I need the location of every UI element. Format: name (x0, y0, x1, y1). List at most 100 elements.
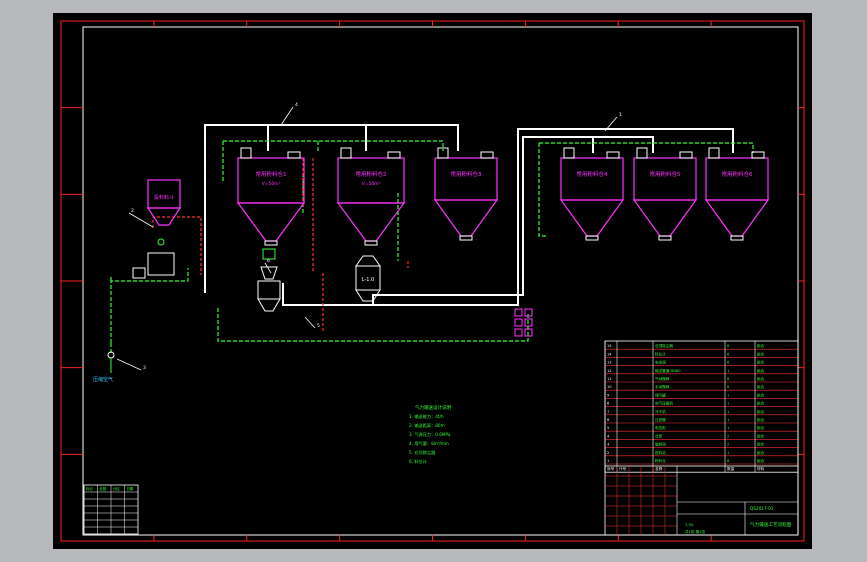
silo-label: 常用粉料仓3 (451, 170, 483, 178)
parts-cell-mat: 组合 (757, 425, 765, 430)
parts-cell-qty: 1 (727, 426, 729, 430)
parts-cell-no: 1 (607, 459, 609, 463)
note-line: 3. 气源压力：0.6MPa (409, 431, 451, 438)
drawing-title: 气力输送工艺流程图 (750, 521, 792, 528)
parts-header-no: 序号 (607, 466, 615, 471)
parts-cell-qty: 2 (727, 443, 729, 447)
parts-cell-qty: 1 (727, 451, 729, 455)
rev-header: 处数 (100, 486, 107, 491)
parts-cell-name: 旋转阀 (655, 442, 666, 447)
callout-label: 4 (295, 102, 298, 108)
inner-frame (82, 26, 799, 536)
parts-cell-name: 仓泵 (655, 433, 663, 438)
parts-header-mat: 材料 (757, 466, 765, 471)
drawing-viewport[interactable]: 常用粉料仓1 V=50m³ 常用粉料仓2 V=50m³ 常用粉料仓3 常用粉料仓4 常用粉料… (53, 13, 812, 549)
note-line: 4. 用气量：8m³/min (409, 440, 449, 447)
silo-6[interactable]: 常用粉料仓6 (704, 147, 770, 241)
parts-cell-no: 13 (607, 361, 612, 365)
parts-cell-no: 5 (607, 426, 609, 430)
silo-label: 常用粉料仓6 (722, 170, 754, 178)
parts-cell-mat: 组合 (757, 401, 765, 406)
parts-cell-mat: 组合 (757, 360, 765, 365)
parts-table: 15 仓顶除尘器 6 组合14 料位计 6 组合13 安全阀 6 组合12 输送管道 DN80 1 组合… (604, 340, 799, 473)
parts-cell-no: 15 (607, 344, 612, 348)
parts-header-code: 代号 (619, 466, 627, 471)
air-source-label: 压缩空气 (93, 376, 113, 383)
valve-stack[interactable] (514, 308, 533, 337)
silo-4[interactable]: 常用粉料仓4 (559, 147, 625, 241)
parts-cell-qty: 2 (727, 434, 729, 438)
callout-label: 6 (267, 258, 270, 264)
callouts: 4 1 2 3 5 6 (116, 102, 622, 371)
drawing-scale: 1:50 (685, 522, 694, 527)
air-source[interactable]: 压缩空气 (93, 351, 115, 383)
parts-cell-name: 投料站 (655, 450, 666, 455)
parts-cell-qty: 1 (727, 402, 729, 406)
drawing-number: QS2017-01 (750, 506, 774, 511)
cad-window: 常用粉料仓1 V=50m³ 常用粉料仓2 V=50m³ 常用粉料仓3 常用粉料仓4 常用粉料… (0, 0, 867, 562)
parts-cell-no: 6 (607, 418, 610, 422)
main-pipelines (204, 124, 734, 306)
silo-label: 常用粉料仓1 (256, 170, 287, 178)
parts-cell-qty: 6 (727, 352, 730, 356)
parts-cell-mat: 组合 (757, 368, 765, 373)
parts-cell-qty: 6 (727, 385, 730, 389)
callout-3: 3 (116, 358, 146, 371)
callout-label: 3 (143, 365, 146, 371)
notes-title: 气力输送设计说明 (415, 404, 451, 411)
parts-cell-qty: 1 (727, 369, 729, 373)
rev-header: 分区 (113, 486, 120, 491)
parts-cell-name: 输送管道 DN80 (655, 368, 681, 373)
feed-hopper-label: 投料料斗 (154, 194, 174, 201)
parts-cell-name: 电控柜 (655, 425, 666, 430)
parts-cell-name: 仓顶除尘器 (655, 343, 673, 348)
parts-cell-mat: 组合 (757, 409, 765, 414)
silo-3[interactable]: 常用粉料仓3 (433, 147, 499, 241)
parts-cell-name: 粉料仓 (655, 458, 666, 463)
parts-cell-no: 11 (607, 377, 612, 381)
parts-cell-mat: 组合 (757, 392, 765, 397)
parts-cell-mat: 组合 (757, 417, 765, 422)
parts-cell-qty: 1 (727, 410, 729, 414)
callout-label: 5 (317, 323, 320, 329)
parts-cell-no: 10 (607, 385, 612, 389)
parts-cell-no: 4 (607, 434, 610, 438)
parts-header-name: 名称 (655, 466, 663, 471)
parts-header-qty: 数量 (727, 466, 735, 471)
parts-cell-no: 3 (607, 443, 609, 447)
parts-cell-name: 储气罐 (655, 392, 666, 397)
parts-cell-no: 8 (607, 402, 610, 406)
silo-1[interactable]: 常用粉料仓1 V=50m³ (236, 147, 306, 246)
silo-2[interactable]: 常用粉料仓2 V=50m³ (336, 147, 406, 246)
callout-label: 2 (131, 208, 134, 214)
silo-5[interactable]: 常用粉料仓5 (632, 147, 698, 241)
silo-label: 常用粉料仓2 (356, 170, 387, 178)
parts-cell-mat: 组合 (757, 384, 765, 389)
callout-label: 1 (619, 112, 622, 118)
callout-6: 6 (264, 258, 272, 274)
parts-cell-qty: 1 (727, 418, 729, 422)
silo-sub: V=50m³ (262, 181, 281, 187)
silos: 常用粉料仓1 V=50m³ 常用粉料仓2 V=50m³ 常用粉料仓3 常用粉料仓4 常用粉料… (236, 147, 770, 246)
silo-label: 常用粉料仓5 (650, 170, 682, 178)
pump-2-label: L-1.0 (362, 277, 374, 283)
parts-cell-no: 7 (607, 410, 609, 414)
parts-cell-no: 2 (607, 451, 609, 455)
parts-cell-no: 14 (607, 352, 612, 356)
parts-cell-mat: 组合 (757, 458, 765, 463)
parts-cell-mat: 组合 (757, 433, 765, 438)
parts-cell-no: 9 (607, 393, 610, 397)
feed-station[interactable] (132, 238, 175, 279)
rev-header: 标记 (86, 486, 93, 491)
feed-hopper[interactable]: 投料料斗 (146, 179, 182, 226)
parts-cell-name: 料位计 (655, 351, 666, 356)
parts-cell-name: 过滤器 (655, 417, 666, 422)
parts-cell-name: 气动蝶阀 (655, 376, 670, 381)
drawing-sheet: 共1张 第1张 (685, 529, 705, 534)
silo-label: 常用粉料仓4 (577, 170, 609, 178)
parts-cell-mat: 组合 (757, 351, 765, 356)
callout-5: 5 (304, 316, 320, 329)
parts-cell-qty: 6 (727, 361, 730, 365)
parts-cell-mat: 组合 (757, 450, 765, 455)
note-line: 5. 仓顶除尘器 (409, 449, 436, 456)
